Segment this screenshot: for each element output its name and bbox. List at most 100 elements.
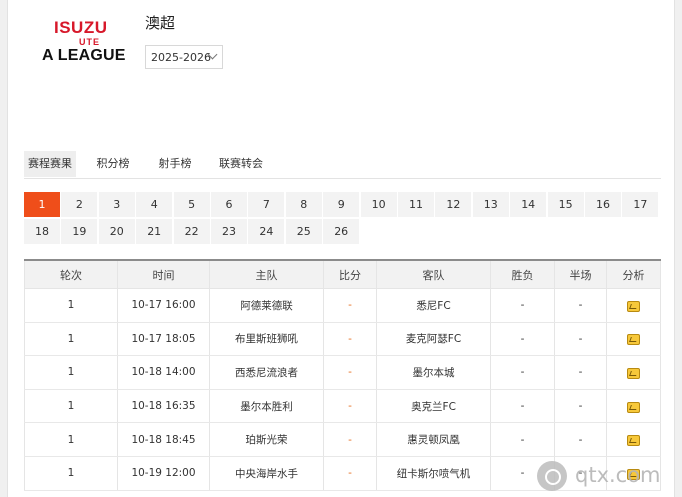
cell-round: 1 (24, 389, 118, 423)
cell-analysis (607, 423, 661, 456)
cell-halftime: - (555, 322, 607, 356)
cell-home-team[interactable]: 布里斯班狮吼 (210, 322, 324, 356)
cell-score[interactable]: - (324, 423, 377, 456)
cell-time: 10-19 12:00 (118, 456, 210, 490)
cell-halftime: - (555, 289, 607, 322)
cell-result: - (491, 322, 555, 356)
round-button-21[interactable]: 21 (136, 219, 173, 244)
analysis-chart-icon[interactable] (627, 367, 640, 379)
analysis-chart-icon[interactable] (627, 300, 640, 312)
logo-league-text: A LEAGUE (42, 47, 126, 64)
header-score: 比分 (324, 261, 377, 288)
round-button-7[interactable]: 7 (248, 192, 285, 217)
analysis-chart-icon[interactable] (627, 334, 640, 346)
round-button-23[interactable]: 23 (211, 219, 247, 244)
round-button-19[interactable]: 19 (61, 219, 98, 244)
round-button-18[interactable]: 18 (24, 219, 60, 244)
table-row: 1 10-18 14:00 西悉尼流浪者 - 墨尔本城 - - (24, 356, 661, 390)
cell-home-team[interactable]: 墨尔本胜利 (210, 389, 324, 423)
header-analysis: 分析 (607, 261, 661, 288)
cell-away-team[interactable]: 麦克阿瑟FC (377, 322, 491, 356)
round-button-4[interactable]: 4 (136, 192, 173, 217)
round-button-9[interactable]: 9 (323, 192, 360, 217)
round-button-26[interactable]: 26 (323, 219, 360, 244)
round-button-1[interactable]: 1 (24, 192, 60, 217)
header-result: 胜负 (491, 261, 555, 288)
table-row: 1 10-17 16:00 阿德莱德联 - 悉尼FC - - (24, 289, 661, 323)
header-away: 客队 (377, 261, 491, 288)
cell-score[interactable]: - (324, 356, 377, 389)
analysis-chart-icon[interactable] (627, 435, 640, 447)
cell-home-team[interactable]: 珀斯光荣 (210, 423, 324, 456)
header-time: 时间 (118, 261, 210, 288)
watermark: qtx.com (523, 458, 673, 494)
cell-round: 1 (24, 322, 118, 356)
cell-analysis (607, 389, 661, 423)
tab-standings[interactable]: 积分榜 (91, 151, 135, 177)
round-button-11[interactable]: 11 (398, 192, 434, 217)
logo-ute-text: UTE (79, 37, 100, 47)
cell-score[interactable]: - (324, 389, 377, 423)
cell-away-team[interactable]: 悉尼FC (377, 289, 491, 322)
cell-home-team[interactable]: 西悉尼流浪者 (210, 356, 324, 389)
round-button-12[interactable]: 12 (435, 192, 472, 217)
round-button-25[interactable]: 25 (285, 219, 322, 244)
league-logo: ISUZU UTE A LEAGUE (40, 16, 132, 70)
round-button-3[interactable]: 3 (98, 192, 135, 217)
cell-analysis (607, 322, 661, 356)
cell-analysis (607, 356, 661, 389)
analysis-chart-icon[interactable] (627, 401, 640, 413)
cell-halftime: - (555, 356, 607, 389)
cell-home-team[interactable]: 阿德莱德联 (210, 289, 324, 322)
cell-round: 1 (24, 289, 118, 322)
right-frame-edge (674, 0, 682, 497)
round-button-16[interactable]: 16 (585, 192, 621, 217)
round-button-6[interactable]: 6 (211, 192, 247, 217)
cell-home-team[interactable]: 中央海岸水手 (210, 456, 324, 490)
tab-transfers[interactable]: 联赛转会 (213, 151, 269, 177)
round-button-17[interactable]: 17 (622, 192, 659, 217)
cell-round: 1 (24, 423, 118, 456)
round-button-24[interactable]: 24 (248, 219, 285, 244)
season-select-value: 2025-2026 (151, 51, 211, 64)
round-button-8[interactable]: 8 (285, 192, 322, 217)
cell-score[interactable]: - (324, 289, 377, 322)
cell-result: - (491, 389, 555, 423)
logo-isuzu-text: ISUZU (54, 18, 108, 37)
round-button-14[interactable]: 14 (510, 192, 547, 217)
cell-result: - (491, 289, 555, 322)
tab-schedule[interactable]: 赛程赛果 (24, 151, 76, 177)
header-round: 轮次 (24, 261, 118, 288)
header-home: 主队 (210, 261, 324, 288)
cell-time: 10-18 16:35 (118, 389, 210, 423)
cell-time: 10-18 14:00 (118, 356, 210, 389)
table-header: 轮次 时间 主队 比分 客队 胜负 半场 分析 (24, 261, 661, 289)
cell-time: 10-18 18:45 (118, 423, 210, 456)
round-button-15[interactable]: 15 (547, 192, 584, 217)
round-button-5[interactable]: 5 (173, 192, 210, 217)
cell-result: - (491, 356, 555, 389)
watermark-logo-icon (537, 461, 567, 491)
cell-round: 1 (24, 456, 118, 490)
round-button-2[interactable]: 2 (61, 192, 98, 217)
cell-away-team[interactable]: 墨尔本城 (377, 356, 491, 389)
season-select[interactable]: 2025-2026 (145, 45, 223, 69)
cell-score[interactable]: - (324, 322, 377, 356)
cell-away-team[interactable]: 惠灵顿凤凰 (377, 423, 491, 456)
fixtures-table: 轮次 时间 主队 比分 客队 胜负 半场 分析 1 10-17 16:00 阿德莱德… (24, 259, 661, 491)
header-half: 半场 (555, 261, 607, 288)
cell-time: 10-17 16:00 (118, 289, 210, 322)
round-button-10[interactable]: 10 (360, 192, 397, 217)
cell-away-team[interactable]: 奥克兰FC (377, 389, 491, 423)
round-button-20[interactable]: 20 (98, 219, 135, 244)
round-button-13[interactable]: 13 (472, 192, 509, 217)
cell-time: 10-17 18:05 (118, 322, 210, 356)
cell-round: 1 (24, 356, 118, 389)
tab-scorers[interactable]: 射手榜 (153, 151, 197, 177)
cell-result: - (491, 423, 555, 456)
cell-away-team[interactable]: 纽卡斯尔喷气机 (377, 456, 491, 490)
cell-analysis (607, 289, 661, 322)
cell-halftime: - (555, 389, 607, 423)
cell-score[interactable]: - (324, 456, 377, 490)
round-button-22[interactable]: 22 (173, 219, 210, 244)
